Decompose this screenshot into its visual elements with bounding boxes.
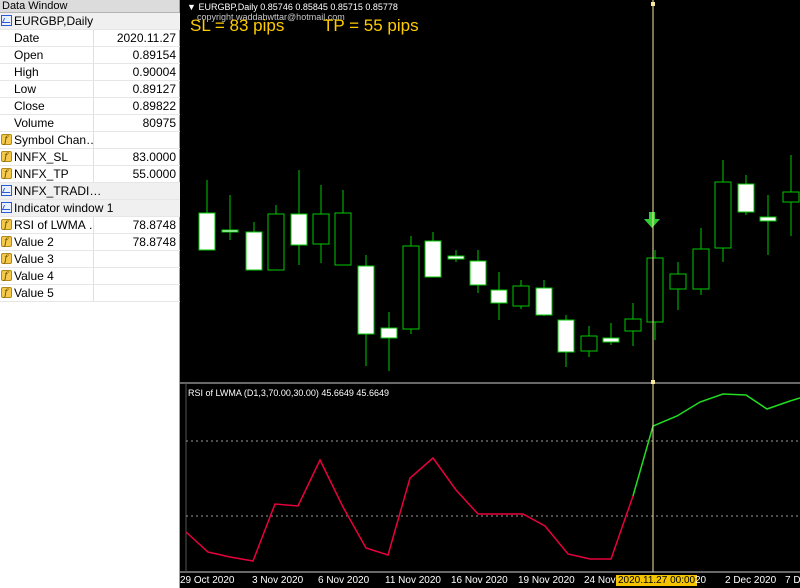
bullish-candle	[624, 318, 642, 332]
bullish-candle	[692, 248, 710, 290]
time-axis-label: 6 Nov 2020	[318, 575, 370, 586]
data-window-row: Close 0.89822	[0, 98, 180, 115]
data-window-row-value: 78.8748	[132, 235, 176, 249]
data-window-row-label: NNFX_TP	[0, 166, 94, 182]
bearish-candle	[602, 337, 620, 343]
dropdown-triangle-icon[interactable]: ▼	[187, 2, 196, 12]
data-window-row: Value 4	[0, 268, 180, 285]
bearish-candle	[245, 231, 263, 271]
data-window-row: Open 0.89154	[0, 47, 180, 64]
data-window-row-label: Open	[0, 47, 94, 63]
data-window-row-value: 0.90004	[132, 65, 176, 79]
bearish-candle	[424, 240, 442, 278]
bearish-candle	[198, 212, 216, 251]
data-window-row-label: NNFX_SL	[0, 149, 94, 165]
bearish-candle	[380, 327, 398, 339]
data-window-row: Value 3	[0, 251, 180, 268]
bearish-candle	[535, 287, 553, 316]
bearish-candle	[759, 216, 777, 222]
data-window-row-label: RSI of LWMA …	[0, 217, 94, 233]
data-window-row: RSI of LWMA … 78.8748	[0, 217, 180, 234]
data-window-row-value: 2020.11.27	[116, 31, 176, 45]
price-chart-window[interactable]: ▼ EURGBP,Daily 0.85746 0.85845 0.85715 0…	[180, 0, 800, 588]
data-window-row-label: High	[0, 64, 94, 80]
data-window-row-label: Date	[0, 30, 94, 46]
data-window-row: Value 2 78.8748	[0, 234, 180, 251]
data-window-row: Symbol Chan…	[0, 132, 180, 149]
time-axis-label: 3 Nov 2020	[252, 575, 304, 586]
rsi-line-high	[632, 393, 800, 497]
data-window-row: Low 0.89127	[0, 81, 180, 98]
rsi-indicator-title: RSI of LWMA (D1,3,70.00,30.00) 45.6649 4…	[188, 388, 389, 398]
take-profit-text: TP = 55 pips	[323, 16, 419, 35]
data-window-row-label: Value 4	[0, 268, 94, 284]
data-window-row-label: Close	[0, 98, 94, 114]
data-window-row: EURGBP,Daily	[0, 13, 180, 30]
bullish-candle	[714, 181, 732, 249]
time-axis-label: 20	[695, 575, 707, 586]
bearish-candle	[737, 183, 755, 213]
bullish-candle	[580, 335, 598, 352]
bearish-candle	[290, 213, 308, 246]
time-axis-label: 2 Dec 2020	[725, 575, 777, 586]
bullish-candle	[512, 285, 530, 307]
data-window-row-label: NNFX_TRADI…	[14, 184, 102, 198]
data-window-row-label: Volume	[0, 115, 94, 131]
symbol-ohlc-text: EURGBP,Daily 0.85746 0.85845 0.85715 0.8…	[198, 2, 398, 12]
data-window-row: Indicator window 1	[0, 200, 180, 217]
data-window-row-label: Value 3	[0, 251, 94, 267]
time-axis-label: 24 Nov	[584, 575, 616, 586]
bullish-candle	[646, 257, 664, 323]
bearish-candle	[447, 255, 465, 260]
stop-loss-text: SL = 83 pips	[190, 16, 285, 35]
bullish-candle	[334, 212, 352, 266]
buy-signal-arrow-icon	[644, 212, 660, 228]
bearish-candle	[357, 265, 375, 335]
time-axis-label: 11 Nov 2020	[385, 575, 441, 586]
bullish-candle	[312, 213, 330, 245]
data-window-row: NNFX_SL 83.0000	[0, 149, 180, 166]
bullish-candle	[782, 191, 800, 203]
data-window-row-label: EURGBP,Daily	[14, 14, 94, 28]
data-window-row-label: Low	[0, 81, 94, 97]
bearish-candle	[221, 229, 239, 233]
data-window-row-value: 78.8748	[132, 218, 176, 232]
data-window: Data Window EURGBP,Daily Date 2020.11.27 Op…	[0, 0, 180, 588]
data-window-row: High 0.90004	[0, 64, 180, 81]
data-window-row-value: 80975	[142, 116, 176, 130]
data-window-row: Volume 80975	[0, 115, 180, 132]
data-window-row-label: Indicator window 1	[14, 201, 114, 215]
time-axis-label: 19 Nov 2020	[518, 575, 575, 586]
bullish-candle	[402, 245, 420, 330]
data-window-row-value: 0.89154	[132, 48, 176, 62]
data-window-title: Data Window	[0, 0, 179, 13]
data-window-row: NNFX_TP 55.0000	[0, 166, 180, 183]
symbol-info-line: ▼ EURGBP,Daily 0.85746 0.85845 0.85715 0…	[187, 2, 398, 12]
data-window-row-value: 0.89822	[132, 99, 176, 113]
bullish-candle	[669, 273, 687, 290]
crosshair-handle-mid	[651, 380, 655, 384]
data-window-row-value: 0.89127	[132, 82, 176, 96]
data-window-row: Date 2020.11.27	[0, 30, 180, 47]
cursor-date-label: 2020.11.27 00:00	[616, 575, 698, 586]
data-window-row: Value 5	[0, 285, 180, 302]
data-window-row: NNFX_TRADI…	[0, 183, 180, 200]
bearish-candle	[557, 319, 575, 353]
data-window-row-value: 83.0000	[132, 150, 176, 164]
data-window-row-label: Value 5	[0, 285, 94, 301]
data-window-row-value: 55.0000	[132, 167, 176, 181]
chart-canvas[interactable]	[180, 0, 800, 588]
data-window-row-label: Symbol Chan…	[0, 132, 94, 148]
time-axis-label: 7 De	[785, 575, 800, 586]
bullish-candle	[267, 213, 285, 271]
crosshair-handle-top	[651, 2, 655, 6]
time-axis-label: 29 Oct 2020	[180, 575, 235, 586]
rsi-line-low	[185, 456, 634, 562]
bearish-candle	[469, 260, 487, 286]
data-window-row-label: Value 2	[0, 234, 94, 250]
bearish-candle	[490, 289, 508, 304]
time-axis-label: 16 Nov 2020	[451, 575, 508, 586]
